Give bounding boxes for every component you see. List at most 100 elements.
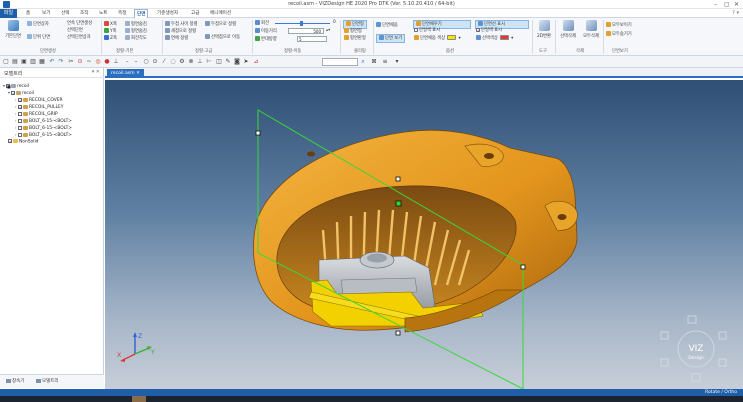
single-color-checkbox-1[interactable]: 단일색 표시 <box>414 28 440 34</box>
checkbox-icon[interactable]: ■ <box>6 83 11 88</box>
circle-dot-icon[interactable]: ⊙ <box>152 59 158 65</box>
line-icon[interactable]: - <box>124 59 130 65</box>
selected-section-button[interactable]: 선택단면 <box>67 28 83 34</box>
tree-item[interactable]: ✓ NonSolid <box>8 139 38 145</box>
perpendicular-icon[interactable]: ⊥ <box>197 59 203 65</box>
tab-measure[interactable]: 측정 <box>118 9 126 18</box>
tree-item[interactable]: ▾ ■ recoil <box>3 83 29 89</box>
move-distance-input[interactable]: 500 <box>288 28 324 34</box>
document-tab[interactable]: recoil.asm ✕ <box>107 69 144 78</box>
panel-close-icon[interactable]: ▾ ✕ <box>92 69 100 75</box>
undo-icon[interactable]: ↶ <box>49 59 55 65</box>
fill-color-picker[interactable]: 단면채움 색상 ▾ <box>414 35 461 42</box>
target-icon[interactable]: ◎ <box>95 59 101 65</box>
plane-handle[interactable] <box>255 130 261 136</box>
cut-icon[interactable]: ✂ <box>68 59 74 65</box>
marker-icon[interactable]: ✎ <box>225 59 231 65</box>
convert-2d-button[interactable]: 2D변환 <box>535 20 553 39</box>
selected-section-box-button[interactable]: 선택단면상자 <box>67 35 91 41</box>
dash-icon[interactable]: – <box>133 59 139 65</box>
redo-icon[interactable]: ↷ <box>58 59 64 65</box>
slash-icon[interactable]: ⁄ <box>161 59 167 65</box>
tab-view[interactable]: 보기 <box>42 9 50 18</box>
plane-center-handle[interactable] <box>395 200 402 207</box>
show-all-button[interactable]: 모두보이기 <box>606 22 632 29</box>
layers-icon[interactable]: ≡ <box>382 59 388 65</box>
pin-icon[interactable]: ⊙ <box>77 59 83 65</box>
help-icon[interactable]: ? ▾ <box>732 9 739 18</box>
hide-all-button[interactable]: 모두숨기기 <box>606 31 632 38</box>
tree-item[interactable]: › BOLT_6-15-<BOLT> <box>15 125 72 131</box>
box-icon[interactable]: ◫ <box>216 59 222 65</box>
close-tab-icon[interactable]: ✕ <box>136 71 140 76</box>
search-input[interactable] <box>322 58 358 66</box>
checkbox-icon[interactable] <box>18 118 22 123</box>
close-icon[interactable]: ✕ <box>734 1 739 8</box>
move-distance-spinner[interactable]: ▴▾ <box>326 28 330 34</box>
single-color-checkbox-2[interactable]: ✓단일색 표시 <box>476 28 502 34</box>
y-axis-button[interactable]: Y축 <box>104 28 117 35</box>
axis-icon[interactable]: ⊥ <box>113 59 119 65</box>
tab-window-properties[interactable]: 창속기 <box>6 378 24 384</box>
plane-type-button[interactable]: 평면형 <box>344 28 362 35</box>
z-axis-button[interactable]: Z축 <box>104 35 117 42</box>
checkbox-icon[interactable]: ✓ <box>11 90 15 95</box>
two-point-align-alt-button[interactable]: 두점으로 정렬 <box>205 21 236 28</box>
sphere-icon[interactable]: ● <box>104 59 110 65</box>
tree-item[interactable]: › BOLT_6-15-<BOLT> <box>15 118 72 124</box>
tab-manipulate[interactable]: 조작 <box>80 9 88 18</box>
circle-icon[interactable]: ○ <box>143 59 149 65</box>
two-point-align-button[interactable]: 두점 사이 정렬 <box>165 21 197 28</box>
checkbox-icon[interactable]: ✓ <box>18 104 22 109</box>
x-axis-button[interactable]: X축 <box>104 21 117 28</box>
delete-selected-button[interactable]: 선택삭제 <box>558 20 578 39</box>
checkbox-icon[interactable]: ✓ <box>8 139 12 144</box>
three-point-align-button[interactable]: 세점으로 정렬 <box>165 28 196 35</box>
face-align-button[interactable]: 면에 정렬 <box>165 35 188 42</box>
checkbox-icon[interactable] <box>18 125 22 130</box>
ring-icon[interactable]: ◌ <box>170 59 176 65</box>
plane-handle[interactable] <box>395 330 401 336</box>
plane-hide-button-2[interactable]: 평면숨김 <box>125 28 147 35</box>
section-view-button[interactable]: 단면 보기 <box>376 34 406 43</box>
save-icon[interactable]: ▣ <box>21 59 27 65</box>
continuous-section-button[interactable]: 연속 단면생성 <box>67 21 92 27</box>
tab-advanced[interactable]: 고급 <box>191 9 199 18</box>
measure-icon[interactable]: ⊿ <box>253 59 259 65</box>
tab-datum[interactable]: 기준생성자 <box>157 9 178 18</box>
camera-icon[interactable]: ◙ <box>234 59 240 65</box>
unit-section-button[interactable]: 단위 단면 <box>27 34 50 41</box>
move-to-point-button[interactable]: 선택점으로 이동 <box>205 34 240 41</box>
cross-circle-icon[interactable]: ⊗ <box>188 59 194 65</box>
delete-all-button[interactable]: 모두삭제 <box>581 20 601 39</box>
basic-section-button[interactable]: 기본단면 <box>2 20 24 39</box>
tree-item[interactable]: › BOLT_6-15-<BOLT> <box>15 132 72 138</box>
tree-item[interactable]: › RECOIL_GRIP <box>15 111 58 117</box>
tree-item[interactable]: › ✓ RECOIL_PULLEY <box>15 104 64 110</box>
checkbox-icon[interactable] <box>18 111 22 116</box>
3d-viewport[interactable]: Z Y X VIZ Design <box>105 80 743 389</box>
more-icon[interactable]: ▾ <box>394 59 400 65</box>
tab-select[interactable]: 선택 <box>61 9 69 18</box>
tab-home[interactable]: 홈 <box>26 9 30 18</box>
new-icon[interactable]: ▢ <box>3 59 9 65</box>
horizontal-icon[interactable]: ⊢ <box>206 59 212 65</box>
gear-icon[interactable]: ⚙ <box>179 59 185 65</box>
minimize-icon[interactable]: – <box>714 1 717 8</box>
plane-hide-button-1[interactable]: 평면숨김 <box>125 21 147 28</box>
reverse-direction-label[interactable]: 반대방향 <box>255 36 277 43</box>
plane-handle[interactable] <box>395 176 401 182</box>
maximize-icon[interactable]: ▢ <box>724 1 730 8</box>
section-box-button[interactable]: 단면상자 <box>27 21 49 28</box>
tab-model-tree[interactable]: 모델트리 <box>36 378 59 384</box>
checkbox-icon[interactable] <box>18 132 22 137</box>
checkbox-icon[interactable]: ✓ <box>18 97 22 102</box>
save-all-icon[interactable]: ▥ <box>30 59 36 65</box>
rotation-angle-button[interactable]: 회전각도 <box>125 35 147 42</box>
select-color-picker[interactable]: 선택색상 ▾ <box>476 35 513 42</box>
plane-plate-button[interactable]: 평면판형 <box>344 35 366 42</box>
tab-animation[interactable]: 애니메이션 <box>210 9 231 18</box>
taskbar-app-button[interactable] <box>132 396 146 402</box>
print-icon[interactable]: ▦ <box>39 59 45 65</box>
tab-note[interactable]: 노트 <box>99 9 107 18</box>
